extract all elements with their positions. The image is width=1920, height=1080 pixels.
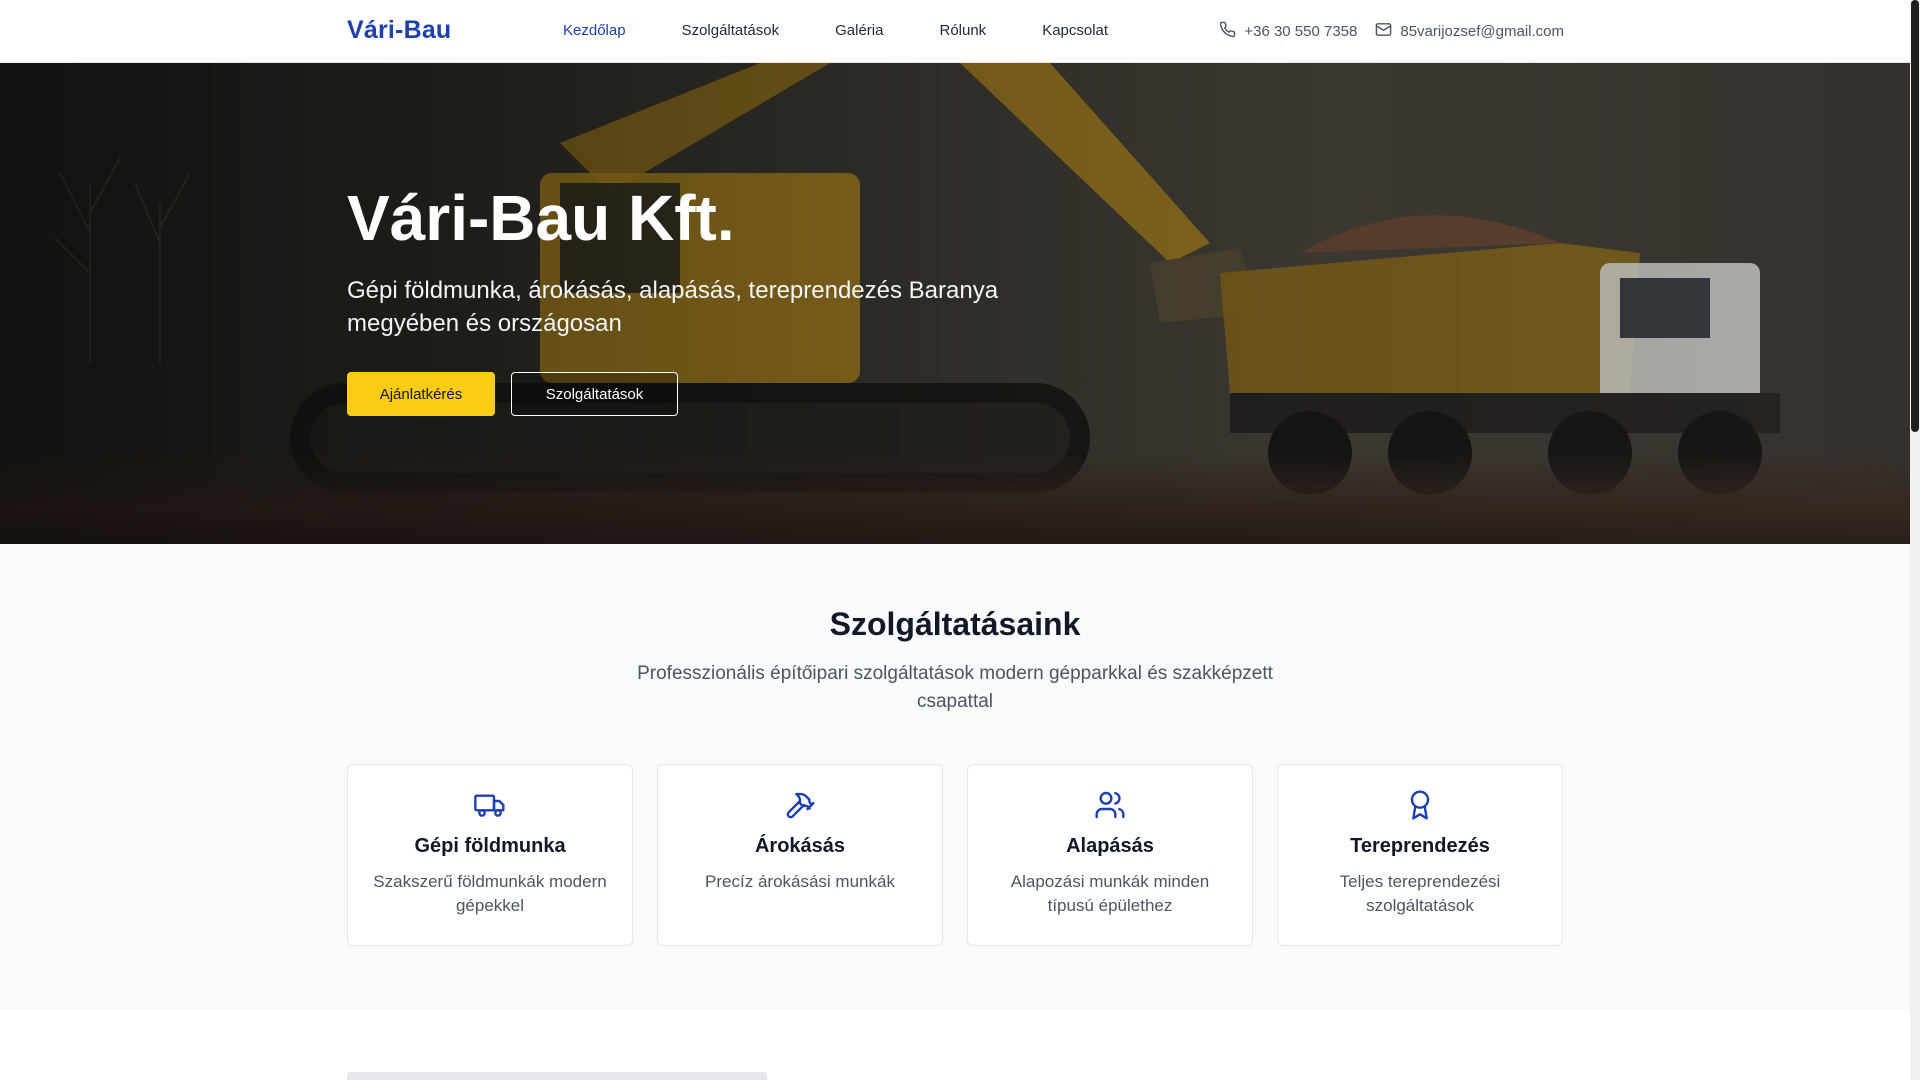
service-card-title: Árokásás: [754, 835, 846, 857]
nav-item-gallery[interactable]: Galéria: [835, 22, 883, 39]
truck-icon: [348, 789, 632, 821]
award-icon: [1278, 789, 1562, 821]
services-section: Szolgáltatásaink Professzionális építőip…: [0, 544, 1910, 1010]
services-button[interactable]: Szolgáltatások: [511, 372, 678, 417]
service-card-foundation[interactable]: Alapásás Alapozási munkák minden típusú …: [967, 764, 1253, 946]
email-address: 85varijozsef@gmail.com: [1400, 23, 1564, 40]
service-card-description: Precíz árokásási munkák: [705, 872, 895, 891]
nav-item-services[interactable]: Szolgáltatások: [682, 22, 780, 39]
services-subtitle: Professzionális építőipari szolgáltatáso…: [637, 663, 1273, 712]
users-icon: [968, 789, 1252, 821]
nav-item-about[interactable]: Rólunk: [939, 22, 986, 39]
service-card-title: Tereprendezés: [1350, 835, 1490, 857]
service-card-trenching[interactable]: Árokásás Precíz árokásási munkák: [657, 764, 943, 946]
phone-icon: [1219, 21, 1244, 42]
service-card-earthwork[interactable]: Gépi földmunka Szakszerű földmunkák mode…: [347, 764, 633, 946]
service-card-title: Gépi földmunka: [414, 835, 566, 857]
phone-contact[interactable]: +36 30 550 7358: [1219, 21, 1357, 42]
nav-item-home[interactable]: Kezdőlap: [563, 22, 626, 39]
scrollbar-thumb[interactable]: [1911, 0, 1919, 432]
services-title: Szolgáltatásaink: [829, 606, 1081, 642]
main-nav: Kezdőlap Szolgáltatások Galéria Rólunk K…: [563, 22, 1164, 39]
site-logo[interactable]: Vári-Bau: [347, 16, 451, 45]
next-section-heading-partial: [347, 1072, 767, 1080]
service-card-title: Alapásás: [1066, 835, 1154, 857]
hero-section: Vári-Bau Kft. Gépi földmunka, árokásás, …: [0, 63, 1910, 544]
email-contact[interactable]: 85varijozsef@gmail.com: [1375, 21, 1564, 42]
site-header: Vári-Bau Kezdőlap Szolgáltatások Galéria…: [0, 0, 1910, 63]
nav-item-contact[interactable]: Kapcsolat: [1042, 22, 1108, 39]
hero-content: Vári-Bau Kft. Gépi földmunka, árokásás, …: [347, 182, 1107, 417]
hammer-icon: [658, 789, 942, 821]
service-card-landscaping[interactable]: Tereprendezés Teljes tereprendezési szol…: [1277, 764, 1563, 946]
mail-icon: [1375, 21, 1400, 42]
service-card-description: Alapozási munkák minden típusú épülethez: [1010, 872, 1210, 915]
quote-request-button[interactable]: Ajánlatkérés: [347, 372, 495, 417]
next-section: [0, 1010, 1910, 1080]
hero-title: Vári-Bau Kft.: [347, 182, 735, 254]
service-card-description: Szakszerű földmunkák modern gépekkel: [373, 872, 607, 915]
hero-buttons: Ajánlatkérés Szolgáltatások: [347, 372, 1107, 417]
page-scrollbar[interactable]: [1910, 0, 1920, 1080]
service-cards: Gépi földmunka Szakszerű földmunkák mode…: [347, 764, 1563, 946]
phone-number: +36 30 550 7358: [1244, 23, 1358, 40]
header-contact: +36 30 550 7358 85varijozsef@gmail.com: [1201, 21, 1564, 42]
hero-subtitle: Gépi földmunka, árokásás, alapásás, tere…: [347, 277, 999, 337]
service-card-description: Teljes tereprendezési szolgáltatások: [1339, 872, 1501, 915]
